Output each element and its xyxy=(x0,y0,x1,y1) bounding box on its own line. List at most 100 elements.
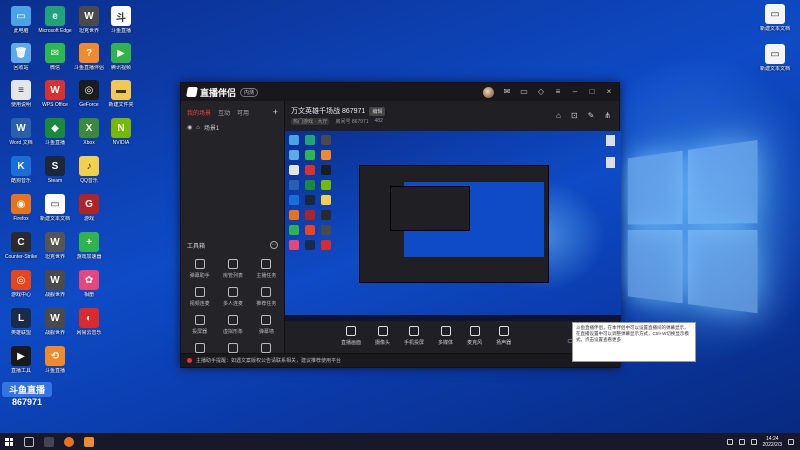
app-icon: 斗 xyxy=(111,6,131,26)
tool-item[interactable]: 多人连麦 xyxy=(216,287,249,307)
desktop-icon[interactable]: + 游戏加速器 xyxy=(72,232,106,260)
toolbox-more-icon[interactable]: ⋯ xyxy=(270,241,278,249)
source-button[interactable]: 手机投屏 xyxy=(404,326,424,346)
desktop-icon-label: 英雄联盟 xyxy=(10,330,31,336)
source-icon xyxy=(440,326,451,336)
clock[interactable]: 14:24 2022/2/3 xyxy=(763,436,782,448)
notice-dot-icon xyxy=(187,358,192,363)
start-button[interactable] xyxy=(0,433,18,450)
desktop-icon[interactable]: ▶ 直播工具 xyxy=(4,346,38,374)
task-view-icon[interactable] xyxy=(44,436,54,447)
tool-label: 多人连麦 xyxy=(222,301,243,307)
desktop-icon[interactable]: ◎ 游戏中心 xyxy=(4,270,38,298)
desktop-icon[interactable]: X Xbox xyxy=(72,118,106,146)
live-preview[interactable] xyxy=(285,131,621,321)
desktop-icon[interactable]: ▭ 新建文本文档 xyxy=(758,4,792,32)
desktop-icon[interactable]: ? 斗鱼直播伴侣 xyxy=(72,43,106,71)
preview-icon xyxy=(289,240,299,250)
desktop-icon[interactable]: ✿ 相册 xyxy=(72,270,106,298)
tool-item[interactable]: 弹幕墙 xyxy=(250,315,283,335)
desktop-icon[interactable]: C Counter-Strike xyxy=(4,232,38,260)
eye-icon[interactable]: ◉ xyxy=(187,124,192,131)
maximize-icon[interactable]: □ xyxy=(588,88,596,96)
desktop-icon[interactable]: ◐ 网易云音乐 xyxy=(72,308,106,336)
tool-icon xyxy=(261,343,272,353)
preview-icon xyxy=(321,240,331,250)
app-icon: ≡ xyxy=(11,80,31,100)
tab-interaction[interactable]: 互动 xyxy=(218,108,230,117)
shop-icon[interactable]: ⌂ xyxy=(556,111,561,120)
desktop-icon[interactable]: ✉ 微信 xyxy=(38,43,72,71)
minimize-icon[interactable]: – xyxy=(571,88,579,96)
edit-icon[interactable]: ✎ xyxy=(588,111,595,120)
source-button[interactable]: 摄像头 xyxy=(375,326,390,346)
desktop-icon[interactable]: W WPS Office xyxy=(38,80,72,108)
add-scene-button[interactable]: + xyxy=(273,107,278,117)
close-icon[interactable]: × xyxy=(605,88,613,96)
record-icon[interactable]: ⊡ xyxy=(571,111,578,120)
desktop-icon[interactable]: W Word 文档 xyxy=(4,118,38,146)
desktop-icon[interactable]: ♪ QQ音乐 xyxy=(72,156,106,184)
livestream-app-icon[interactable] xyxy=(84,436,94,447)
desktop-icon[interactable]: ▭ 新建文本文档 xyxy=(38,194,72,222)
desktop-icon[interactable]: e Microsoft Edge xyxy=(38,6,72,34)
desktop-icon[interactable]: ≡ 使用说明 xyxy=(4,80,38,108)
desktop-icon[interactable]: W 战舰世界 xyxy=(38,308,72,336)
desktop-icon[interactable]: ▶ 腾讯视频 xyxy=(104,43,138,71)
volume-icon[interactable] xyxy=(738,438,745,445)
firefox-icon[interactable] xyxy=(64,436,74,447)
tool-item[interactable]: 投屏器 xyxy=(183,315,216,335)
source-button[interactable]: 多媒体 xyxy=(438,326,453,346)
desktop-icon-label: 新建文件夹 xyxy=(108,102,134,108)
settings-icon[interactable]: ▭ xyxy=(520,88,528,96)
desktop-icon[interactable]: ◆ 斗鱼直播 xyxy=(38,118,72,146)
room-category[interactable]: 热门游戏 · 大厅 xyxy=(291,118,330,125)
desktop-icon[interactable]: ◎ GeForce xyxy=(72,80,106,108)
desktop-icon[interactable]: ⟲ 斗鱼直播 xyxy=(38,346,72,374)
tool-item[interactable]: 主播任务 xyxy=(250,259,283,279)
tool-item[interactable]: 推荐任务 xyxy=(250,287,283,307)
desktop-icon[interactable]: ◉ Firefox xyxy=(4,194,38,222)
preview-icon xyxy=(289,210,299,220)
source-button[interactable]: 麦克风 xyxy=(467,326,482,346)
desktop-icon[interactable]: K 酷狗音乐 xyxy=(4,156,38,184)
scene-item[interactable]: ◉ ⌂ 场景1 xyxy=(181,120,284,135)
desktop-icon[interactable]: W 坦克世界 xyxy=(38,232,72,260)
desktop-icon[interactable]: ▬ 新建文件夹 xyxy=(104,80,138,108)
tool-label: 弹幕墙 xyxy=(258,329,274,335)
desktop-icon[interactable]: L 英雄联盟 xyxy=(4,308,38,336)
source-button[interactable]: 直播画面 xyxy=(341,326,361,346)
tool-item[interactable]: 虚拟形象 xyxy=(216,315,249,335)
tab-available[interactable]: 可用 xyxy=(237,108,249,117)
notification-icon[interactable] xyxy=(788,438,794,445)
source-button[interactable]: 扬声器 xyxy=(496,326,511,346)
desktop-icon[interactable]: ▭ 此电脑 xyxy=(4,6,38,34)
mail-icon[interactable]: ✉ xyxy=(503,88,511,96)
tab-my-scenes[interactable]: 我的场景 xyxy=(187,108,211,117)
desktop-icon[interactable]: 斗斗鱼直播 xyxy=(104,6,138,34)
desktop-icon-label: 新建文本文档 xyxy=(759,66,790,72)
desktop-icon[interactable]: 🗑 回收站 xyxy=(4,43,38,71)
tool-item[interactable]: 房管列表 xyxy=(216,259,249,279)
tool-item[interactable]: 弹幕助手 xyxy=(183,259,216,279)
network-icon[interactable] xyxy=(726,438,733,445)
tool-icon xyxy=(261,287,272,297)
desktop-icon[interactable]: N NVIDIA xyxy=(104,118,138,146)
room-title: 万文英雄千场战 867971 xyxy=(291,108,366,115)
desktop-icon[interactable]: W 战舰世界 xyxy=(38,270,72,298)
search-icon[interactable] xyxy=(24,436,34,447)
windows-logo-graphic xyxy=(627,139,762,320)
menu-icon[interactable]: ≡ xyxy=(554,88,562,96)
desktop-icon[interactable]: S Steam xyxy=(38,156,72,184)
desktop-icon[interactable]: ▭ 新建文本文档 xyxy=(758,44,792,72)
gift-icon[interactable]: ◇ xyxy=(537,88,545,96)
edit-room-button[interactable]: 编辑 xyxy=(369,106,386,116)
lock-icon[interactable]: ⌂ xyxy=(196,125,200,131)
desktop-icon[interactable]: G 游戏 xyxy=(72,194,106,222)
tool-item[interactable]: 视频连麦 xyxy=(183,287,216,307)
desktop-icon[interactable]: W 坦克世界 xyxy=(72,6,106,34)
share-icon[interactable]: ⋔ xyxy=(604,111,611,120)
avatar[interactable] xyxy=(483,86,494,98)
desktop-icon-label: Steam xyxy=(47,178,63,184)
input-icon[interactable] xyxy=(750,438,757,445)
